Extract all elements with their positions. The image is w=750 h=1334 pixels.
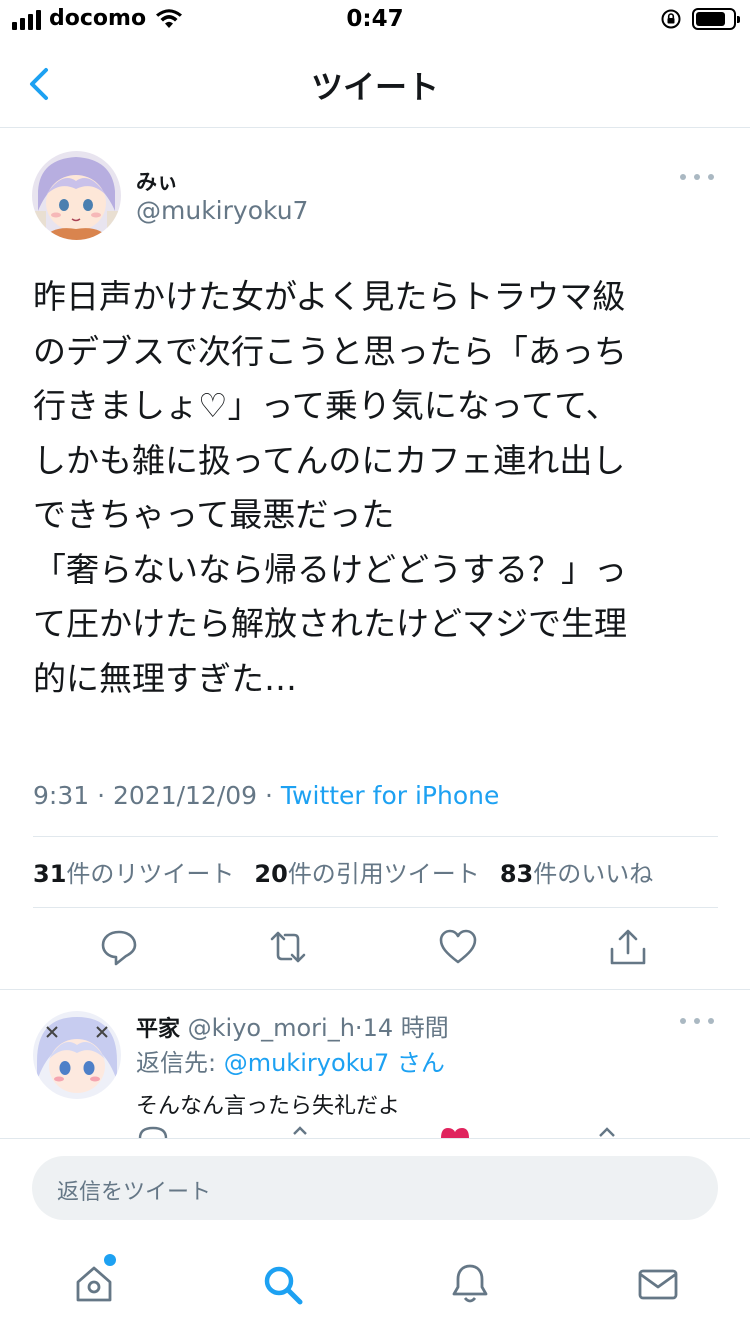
retweet-count: 31: [33, 860, 67, 888]
divider: [33, 907, 718, 908]
divider: [33, 836, 718, 837]
share-icon[interactable]: [590, 1126, 624, 1138]
retweet-icon[interactable]: [268, 927, 308, 967]
section-divider: [0, 1138, 750, 1139]
status-time: 0:47: [346, 6, 404, 32]
new-activity-dot: [104, 1254, 116, 1266]
reply-to-prefix: 返信先:: [136, 1049, 224, 1077]
meta-separator: ·: [257, 781, 281, 810]
reply-icon[interactable]: [136, 1126, 170, 1138]
section-divider: [0, 989, 750, 990]
meta-separator: ·: [89, 781, 113, 810]
tweet-stats: 31件のリツイート 20件の引用ツイート 83件のいいね: [33, 854, 653, 889]
reply-avatar[interactable]: [33, 1011, 121, 1099]
author-handle[interactable]: @mukiryoku7: [136, 196, 308, 225]
tweet-date: 2021/12/09: [112, 781, 258, 810]
retweet-icon[interactable]: [290, 1126, 324, 1138]
more-icon[interactable]: [680, 1018, 714, 1028]
reply-age: 14 時間: [362, 1014, 449, 1042]
tweet-actions: [0, 927, 750, 971]
quote-count: 20: [254, 860, 288, 888]
like-icon[interactable]: [438, 1126, 472, 1138]
tweet-time: 9:31: [33, 781, 90, 810]
nav-bar: ツイート: [0, 40, 750, 128]
share-icon[interactable]: [608, 927, 648, 967]
reply-separator: ·: [354, 1014, 363, 1042]
reply-author-name[interactable]: 平家: [136, 1017, 180, 1042]
retweet-stat-label: 件のリツイート: [66, 860, 235, 888]
quote-stat[interactable]: 20件の引用ツイート: [254, 854, 479, 889]
like-stat-label: 件のいいね: [533, 860, 654, 888]
reply-composer-input[interactable]: 返信をツイート: [32, 1156, 718, 1220]
tweet-meta: 9:31 · 2021/12/09 · Twitter for iPhone: [33, 781, 499, 810]
avatar[interactable]: [32, 151, 121, 240]
rotation-lock-icon: [661, 9, 681, 29]
quote-stat-label: 件の引用ツイート: [287, 860, 480, 888]
more-icon[interactable]: [680, 174, 714, 184]
reply-header: 平家 @kiyo_mori_h·14 時間: [136, 1008, 449, 1043]
tweet-source-link[interactable]: Twitter for iPhone: [281, 781, 499, 810]
like-count: 83: [499, 860, 534, 888]
search-icon[interactable]: [260, 1262, 304, 1306]
reply-to-handle[interactable]: @mukiryoku7: [224, 1049, 390, 1077]
like-stat[interactable]: 83件のいいね: [500, 854, 653, 889]
page-title: ツイート: [310, 68, 439, 106]
author-name[interactable]: みぃ: [136, 166, 178, 196]
retweet-stat[interactable]: 31件のリツイート: [33, 854, 234, 889]
home-icon[interactable]: [72, 1262, 116, 1306]
battery-icon: [692, 8, 740, 30]
reply-author-handle[interactable]: @kiyo_mori_h: [188, 1014, 355, 1042]
reply-to-line: 返信先: @mukiryoku7 さん: [136, 1043, 445, 1078]
reply-to-suffix: さん: [389, 1049, 445, 1077]
like-icon[interactable]: [438, 927, 478, 967]
tweet-text: 昨日声かけた女がよく見たらトラウマ級 のデブスで次行こうと思ったら「あっち 行き…: [33, 277, 627, 698]
messages-icon[interactable]: [636, 1262, 680, 1306]
reply-composer-placeholder: 返信をツイート: [57, 1180, 212, 1205]
reply-icon[interactable]: [99, 927, 139, 967]
status-bar: docomo 0:47: [0, 0, 750, 40]
reply-text: そんなん言ったら失礼だよ: [136, 1094, 401, 1119]
notifications-icon[interactable]: [448, 1262, 492, 1306]
